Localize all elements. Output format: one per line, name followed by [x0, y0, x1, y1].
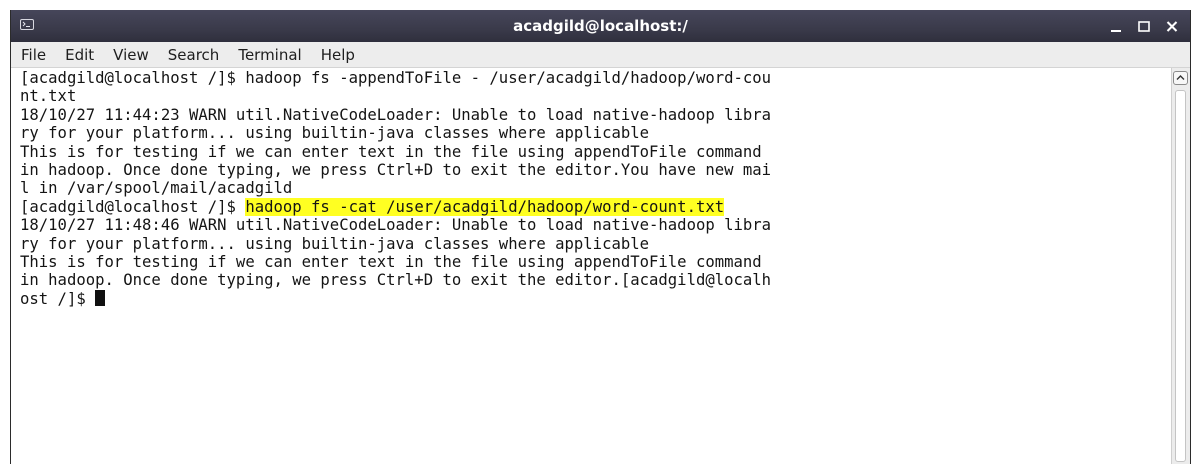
scrollbar-thumb[interactable] [1175, 90, 1186, 462]
text-cursor [95, 289, 106, 306]
terminal-line: nt.txt [20, 87, 77, 106]
menu-view[interactable]: View [113, 46, 149, 64]
terminal-line: in hadoop. Once done typing, we press Ct… [20, 160, 772, 179]
terminal-line: This is for testing if we can enter text… [20, 142, 762, 161]
title-bar[interactable]: acadgild@localhost:/ [11, 10, 1190, 42]
terminal-prompt-tail: ost /]$ [20, 289, 96, 308]
terminal-line: ry for your platform... using builtin-ja… [20, 124, 650, 143]
menu-terminal[interactable]: Terminal [238, 46, 301, 64]
terminal-command-line: [acadgild@localhost /]$ hadoop fs -cat /… [20, 197, 1171, 216]
menu-search[interactable]: Search [168, 46, 220, 64]
terminal-line: 18/10/27 11:44:23 WARN util.NativeCodeLo… [20, 105, 772, 124]
menu-file[interactable]: File [21, 46, 46, 64]
window-title: acadgild@localhost:/ [513, 17, 688, 35]
menu-bar: File Edit View Search Terminal Help [11, 42, 1190, 68]
maximize-icon[interactable] [1134, 16, 1154, 36]
terminal-window: acadgild@localhost:/ File Edit View Sear… [10, 10, 1191, 464]
terminal-line: ry for your platform... using builtin-ja… [20, 234, 650, 253]
terminal-line: [acadgild@localhost /]$ hadoop fs -appen… [20, 69, 772, 87]
terminal-prompt: [acadgild@localhost /]$ [20, 197, 246, 216]
close-icon[interactable] [1162, 16, 1182, 36]
menu-edit[interactable]: Edit [65, 46, 94, 64]
terminal-line: 18/10/27 11:48:46 WARN util.NativeCodeLo… [20, 216, 772, 235]
terminal-input-line[interactable]: ost /]$ [20, 289, 1171, 308]
highlighted-command: hadoop fs -cat /user/acadgild/hadoop/wor… [245, 197, 725, 216]
terminal-line: l in /var/spool/mail/acadgild [20, 179, 293, 198]
scroll-up-arrow-icon[interactable] [1173, 71, 1188, 85]
terminal-output[interactable]: [acadgild@localhost /]$ hadoop fs -appen… [11, 68, 1171, 464]
menu-help[interactable]: Help [321, 46, 355, 64]
terminal-line: This is for testing if we can enter text… [20, 252, 762, 271]
vertical-scrollbar[interactable] [1171, 68, 1190, 464]
terminal-line: in hadoop. Once done typing, we press Ct… [20, 271, 772, 290]
minimize-icon[interactable] [1106, 16, 1126, 36]
